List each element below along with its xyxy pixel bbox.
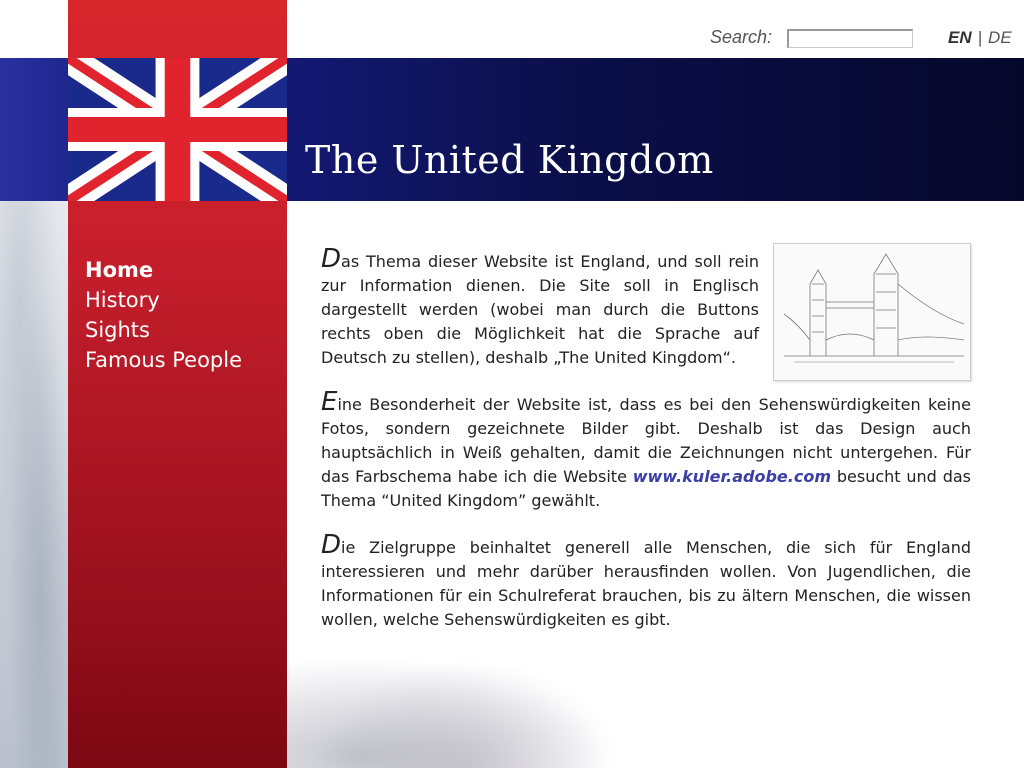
language-switcher: EN | DE: [948, 28, 1012, 48]
nav-item-home[interactable]: Home: [85, 255, 242, 285]
kuler-link[interactable]: www.kuler.adobe.com: [633, 467, 831, 486]
union-jack-flag: [68, 58, 287, 201]
header-band-left: [0, 58, 68, 201]
tower-bridge-sketch-icon: [783, 253, 965, 363]
tower-bridge-drawing: [773, 243, 971, 381]
search-label: Search:: [710, 27, 773, 47]
main-nav: Home History Sights Famous People: [85, 255, 242, 375]
lang-en-link[interactable]: EN: [948, 28, 972, 47]
nav-item-history[interactable]: History: [85, 285, 242, 315]
search-input[interactable]: [787, 29, 913, 48]
lang-separator: |: [977, 28, 983, 47]
nav-item-sights[interactable]: Sights: [85, 315, 242, 345]
design-paragraph: Eine Besonderheit der Website ist, dass …: [321, 387, 971, 510]
nav-item-famous-people[interactable]: Famous People: [85, 345, 242, 375]
background-texture-bottom: [287, 640, 647, 768]
page-title: The United Kingdom: [305, 138, 714, 182]
background-texture-left: [0, 200, 68, 768]
main-content: Das Thema dieser Website ist England, un…: [321, 243, 971, 652]
audience-paragraph: Die Zielgruppe beinhaltet generell alle …: [321, 530, 971, 629]
lang-de-link[interactable]: DE: [988, 28, 1012, 47]
